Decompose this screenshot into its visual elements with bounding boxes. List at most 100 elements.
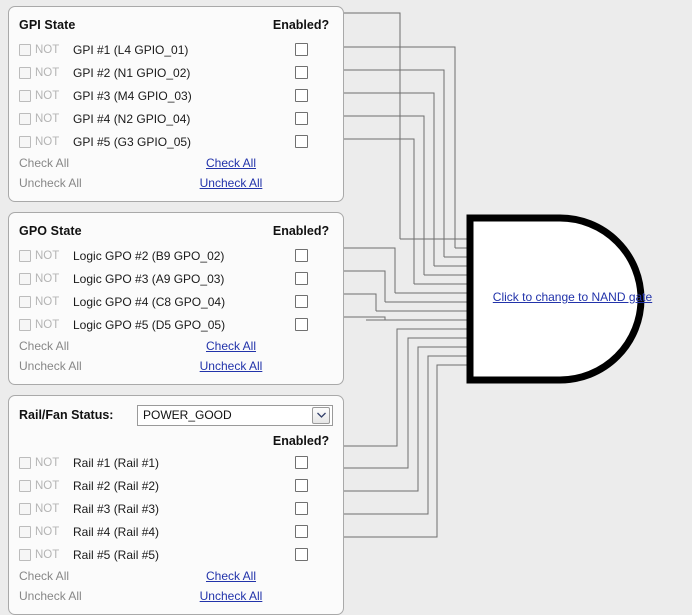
rail-enabled-checkbox-4[interactable] — [294, 525, 308, 538]
gpi-enabled-checkbox-5[interactable] — [294, 135, 308, 148]
gpo-footer-uncheck-all-row: Uncheck All Uncheck All — [19, 356, 333, 376]
gpi-not-label-2: NOT — [35, 66, 60, 79]
rail-enable-cell-4 — [269, 525, 333, 538]
gpo-not-label-3: NOT — [35, 295, 60, 308]
gpi-uncheck-all-link[interactable]: Uncheck All — [200, 176, 263, 190]
gpo-enable-cell-2 — [269, 272, 333, 285]
panel-gpo-title: GPO State — [19, 224, 82, 238]
rail-fan-select-row: Rail/Fan Status: POWER_GOOD — [19, 404, 333, 426]
rail-enabled-checkbox-1[interactable] — [294, 456, 308, 469]
rail-row-2: NOT Rail #2 (Rail #2) — [19, 474, 333, 497]
gpi-signal-label-1: GPI #1 (L4 GPIO_01) — [73, 42, 189, 57]
rail-row-3: NOT Rail #3 (Rail #3) — [19, 497, 333, 520]
gpi-row-2: NOT GPI #2 (N1 GPIO_02) — [19, 61, 333, 84]
wire-rail-3 — [344, 346, 470, 492]
gpo-uncheck-all-wrap: Uncheck All — [169, 359, 333, 373]
gate-toggle-link[interactable]: Click to change to NAND gate — [467, 290, 678, 304]
gpi-enable-cell-4 — [269, 112, 333, 125]
gpi-enable-cell-3 — [269, 89, 333, 102]
gpi-not-checkbox-1[interactable] — [19, 43, 31, 56]
gpi-enabled-checkbox-1[interactable] — [294, 43, 308, 56]
gpo-uncheck-all-link[interactable]: Uncheck All — [200, 359, 263, 373]
gpo-row-2: NOT Logic GPO #3 (A9 GPO_03) — [19, 267, 333, 290]
rail-signal-label-3: Rail #3 (Rail #3) — [73, 501, 160, 516]
gpo-not-checkbox-3[interactable] — [19, 295, 31, 308]
gpi-signal-label-5: GPI #5 (G3 GPIO_05) — [73, 134, 192, 149]
gpo-not-checkbox-4[interactable] — [19, 318, 31, 331]
gpi-not-checkbox-2[interactable] — [19, 66, 31, 79]
rail-not-checkbox-2[interactable] — [19, 479, 31, 492]
gpi-enable-cell-2 — [269, 66, 333, 79]
gpo-check-all-wrap: Check All — [169, 339, 333, 353]
wire-rail-1 — [344, 328, 470, 447]
chevron-down-icon[interactable] — [312, 406, 330, 424]
gpi-not-label-3: NOT — [35, 89, 60, 102]
rail-uncheck-all-link[interactable]: Uncheck All — [200, 589, 263, 603]
gpo-row-4: NOT Logic GPO #5 (D5 GPO_05) — [19, 313, 333, 336]
gpo-not-checkbox-1[interactable] — [19, 249, 31, 262]
rail-check-all-link[interactable]: Check All — [206, 569, 256, 583]
rail-not-checkbox-1[interactable] — [19, 456, 31, 469]
rail-enabled-checkbox-2[interactable] — [294, 479, 308, 492]
gpo-check-all-disabled: Check All — [19, 339, 70, 353]
gpo-enabled-checkbox-3[interactable] — [294, 295, 308, 308]
gpo-check-all-link[interactable]: Check All — [206, 339, 256, 353]
rail-uncheck-all-disabled: Uncheck All — [19, 589, 82, 603]
rail-fan-status-label: Rail/Fan Status: — [19, 408, 114, 422]
rail-signal-label-1: Rail #1 (Rail #1) — [73, 455, 160, 470]
rail-not-label-2: NOT — [35, 479, 60, 492]
panel-gpi-enabled-header: Enabled? — [272, 18, 330, 32]
rail-row-5: NOT Rail #5 (Rail #5) — [19, 543, 333, 566]
gpo-enable-cell-3 — [269, 295, 333, 308]
gpi-not-checkbox-3[interactable] — [19, 89, 31, 102]
gpi-row-4: NOT GPI #4 (N2 GPIO_04) — [19, 107, 333, 130]
gpi-uncheck-all-wrap: Uncheck All — [169, 176, 333, 190]
rail-footer-check-all-row: Check All Check All — [19, 566, 333, 586]
wire-gpi-3 — [344, 69, 445, 257]
wire-rail-4 — [344, 355, 470, 515]
rail-not-label-1: NOT — [35, 456, 60, 469]
rail-signal-label-2: Rail #2 (Rail #2) — [73, 478, 160, 493]
gpi-row-1: NOT GPI #1 (L4 GPIO_01) — [19, 38, 333, 61]
gpo-not-label-1: NOT — [35, 249, 60, 262]
wire-gpo-4 — [344, 293, 377, 311]
rail-check-all-disabled: Check All — [19, 569, 70, 583]
gpi-not-checkbox-4[interactable] — [19, 112, 31, 125]
gpi-row-3: NOT GPI #3 (M4 GPIO_03) — [19, 84, 333, 107]
panels-column: GPI State Enabled? NOT GPI #1 (L4 GPIO_0… — [8, 6, 344, 615]
panel-rail-enabled-header: Enabled? — [272, 434, 330, 448]
rail-row-4: NOT Rail #4 (Rail #4) — [19, 520, 333, 543]
gpo-not-checkbox-2[interactable] — [19, 272, 31, 285]
gpo-enabled-checkbox-2[interactable] — [294, 272, 308, 285]
wire-gpo-2 — [344, 247, 396, 293]
rail-fan-status-select[interactable]: POWER_GOOD — [137, 404, 333, 426]
wire-gpi-extra — [344, 138, 415, 284]
gpi-enabled-checkbox-2[interactable] — [294, 66, 308, 79]
rail-signal-label-4: Rail #4 (Rail #4) — [73, 524, 160, 539]
rail-signal-label-5: Rail #5 (Rail #5) — [73, 547, 160, 562]
rail-enabled-checkbox-5[interactable] — [294, 548, 308, 561]
wire-gpi-2 — [344, 46, 456, 248]
gpo-enabled-checkbox-4[interactable] — [294, 318, 308, 331]
rail-not-checkbox-4[interactable] — [19, 525, 31, 538]
rail-not-checkbox-5[interactable] — [19, 548, 31, 561]
gpi-check-all-link[interactable]: Check All — [206, 156, 256, 170]
rail-enable-cell-1 — [269, 456, 333, 469]
rail-not-checkbox-3[interactable] — [19, 502, 31, 515]
wire-gpi-5 — [344, 115, 425, 275]
rail-enable-cell-3 — [269, 502, 333, 515]
gpi-enabled-checkbox-3[interactable] — [294, 89, 308, 102]
gpi-signal-label-4: GPI #4 (N2 GPIO_04) — [73, 111, 191, 126]
gpi-uncheck-all-disabled: Uncheck All — [19, 176, 82, 190]
wire-gpi-1 — [344, 12, 401, 239]
gpi-signal-label-3: GPI #3 (M4 GPIO_03) — [73, 88, 192, 103]
gpi-not-checkbox-5[interactable] — [19, 135, 31, 148]
gpo-row-1: NOT Logic GPO #2 (B9 GPO_02) — [19, 244, 333, 267]
rail-check-all-wrap: Check All — [169, 569, 333, 583]
panel-rail-fan-status: Rail/Fan Status: POWER_GOOD Enabled? NOT… — [8, 395, 344, 615]
rail-not-label-5: NOT — [35, 548, 60, 561]
gpi-enabled-checkbox-4[interactable] — [294, 112, 308, 125]
gpo-not-label-4: NOT — [35, 318, 60, 331]
gpo-enabled-checkbox-1[interactable] — [294, 249, 308, 262]
rail-enabled-checkbox-3[interactable] — [294, 502, 308, 515]
